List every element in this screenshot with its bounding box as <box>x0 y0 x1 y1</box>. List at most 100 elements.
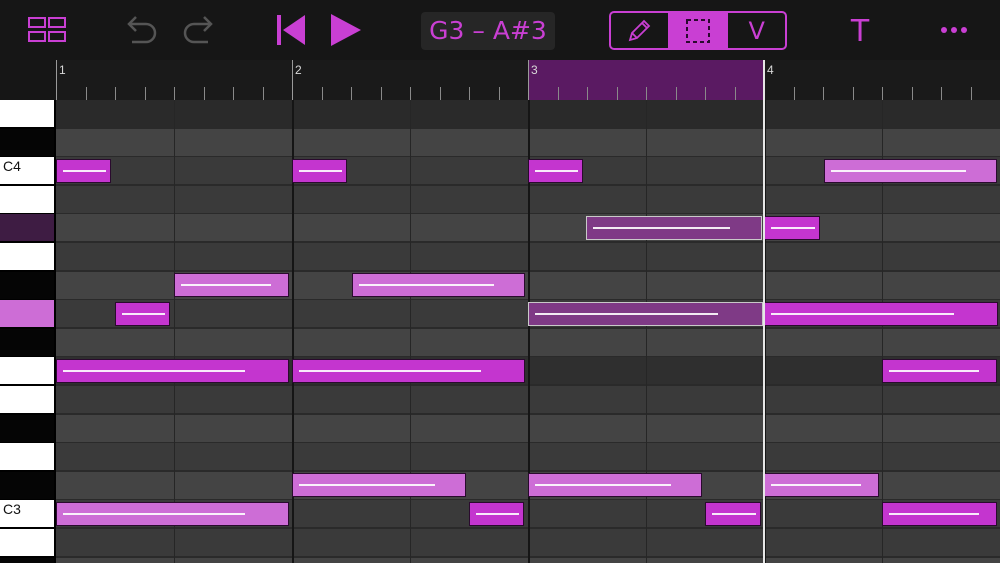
play-icon <box>331 14 361 46</box>
ruler-tick <box>941 87 942 100</box>
midi-note[interactable] <box>292 158 347 183</box>
note-velocity-bar <box>63 169 106 172</box>
midi-note[interactable] <box>764 301 998 326</box>
midi-note[interactable] <box>824 158 997 183</box>
piano-key[interactable] <box>0 214 54 242</box>
midi-note[interactable] <box>292 473 466 498</box>
ruler-tick <box>823 87 824 100</box>
midi-note[interactable] <box>115 301 170 326</box>
key-label-c3: C3 <box>3 501 21 517</box>
ruler-tick <box>351 87 352 100</box>
note-velocity-bar <box>712 512 756 515</box>
midi-note[interactable] <box>56 358 289 383</box>
midi-note[interactable] <box>528 473 702 498</box>
midi-note[interactable] <box>56 158 111 183</box>
more-button[interactable] <box>936 18 972 42</box>
note-velocity-bar <box>535 169 578 172</box>
midi-note[interactable] <box>174 273 289 298</box>
piano-key[interactable] <box>0 386 54 414</box>
ruler-tick <box>970 87 972 100</box>
ruler-tick <box>144 87 146 100</box>
beat-line <box>174 100 175 563</box>
ruler-tick <box>793 87 795 100</box>
note-range-label[interactable]: G3 – A#3 <box>421 12 555 50</box>
ruler-tick <box>233 87 234 100</box>
toolbar: G3 – A#3 V T <box>0 0 1000 60</box>
grid-view-icon <box>28 17 66 42</box>
bar-line <box>56 60 57 100</box>
ruler-tick <box>174 87 175 100</box>
bar-number: 1 <box>59 63 66 77</box>
playhead[interactable] <box>763 60 765 563</box>
bar-number: 3 <box>531 63 538 77</box>
ruler-tick <box>587 87 588 100</box>
grid-view-button[interactable] <box>28 16 68 44</box>
piano-key[interactable] <box>0 271 54 299</box>
skip-to-start-button[interactable] <box>274 12 308 48</box>
piano-key[interactable] <box>0 443 54 471</box>
note-velocity-bar <box>181 284 271 287</box>
ruler-tick <box>469 87 470 100</box>
piano-key[interactable] <box>0 243 54 271</box>
midi-note[interactable] <box>764 473 879 498</box>
midi-note[interactable] <box>352 273 525 298</box>
note-velocity-bar <box>771 312 954 315</box>
select-tool-button[interactable] <box>667 13 727 48</box>
piano-key[interactable] <box>0 529 54 557</box>
ruler-tick <box>439 87 441 100</box>
timeline-ruler[interactable]: 1 2 3 4 <box>56 60 1000 100</box>
piano-key[interactable] <box>0 471 54 499</box>
piano-key[interactable] <box>0 100 54 128</box>
piano-key[interactable] <box>0 557 54 563</box>
midi-note[interactable] <box>882 358 997 383</box>
note-velocity-bar <box>476 512 519 515</box>
velocity-tool-button[interactable]: V <box>726 13 785 48</box>
pencil-tool-button[interactable] <box>611 13 668 48</box>
note-velocity-bar <box>359 284 494 287</box>
undo-icon <box>127 16 157 44</box>
ruler-tick <box>410 87 411 100</box>
ruler-tick <box>882 87 883 100</box>
key-label-c4: C4 <box>3 158 21 174</box>
midi-note[interactable] <box>56 501 289 526</box>
midi-note[interactable] <box>528 301 763 326</box>
midi-note[interactable] <box>528 158 583 183</box>
piano-key[interactable] <box>0 128 54 156</box>
ruler-tick <box>616 87 618 100</box>
bar-line <box>292 60 293 100</box>
piano-key[interactable] <box>0 414 54 442</box>
ruler-tick <box>115 87 116 100</box>
piano-key[interactable] <box>0 357 54 385</box>
text-tool-button[interactable]: T <box>842 12 878 50</box>
note-velocity-bar <box>535 312 719 315</box>
midi-note[interactable] <box>882 501 997 526</box>
note-velocity-bar <box>299 484 435 487</box>
midi-note[interactable] <box>292 358 525 383</box>
ruler-tick <box>646 87 647 100</box>
ruler-tick <box>734 87 736 100</box>
ruler-tick <box>498 87 500 100</box>
piano-key[interactable] <box>0 300 54 328</box>
note-velocity-bar <box>771 226 815 229</box>
piano-roll-grid[interactable] <box>56 100 1000 563</box>
ruler-tick <box>557 87 559 100</box>
skip-to-start-icon <box>277 15 305 45</box>
midi-note[interactable] <box>469 501 524 526</box>
redo-icon <box>183 16 213 44</box>
piano-key[interactable] <box>0 328 54 356</box>
midi-note[interactable] <box>764 215 820 240</box>
text-tool-label: T <box>850 13 870 49</box>
piano-key[interactable] <box>0 185 54 213</box>
tool-selector: V <box>609 11 787 50</box>
note-velocity-bar <box>593 226 731 229</box>
redo-button[interactable] <box>180 14 216 46</box>
ruler-tick <box>705 87 706 100</box>
play-button[interactable] <box>328 12 364 48</box>
midi-note[interactable] <box>705 501 761 526</box>
ruler-tick <box>675 87 677 100</box>
ruler-tick <box>262 87 264 100</box>
note-velocity-bar <box>535 484 671 487</box>
midi-note[interactable] <box>586 215 762 240</box>
undo-button[interactable] <box>124 14 160 46</box>
ruler-tick <box>911 87 913 100</box>
